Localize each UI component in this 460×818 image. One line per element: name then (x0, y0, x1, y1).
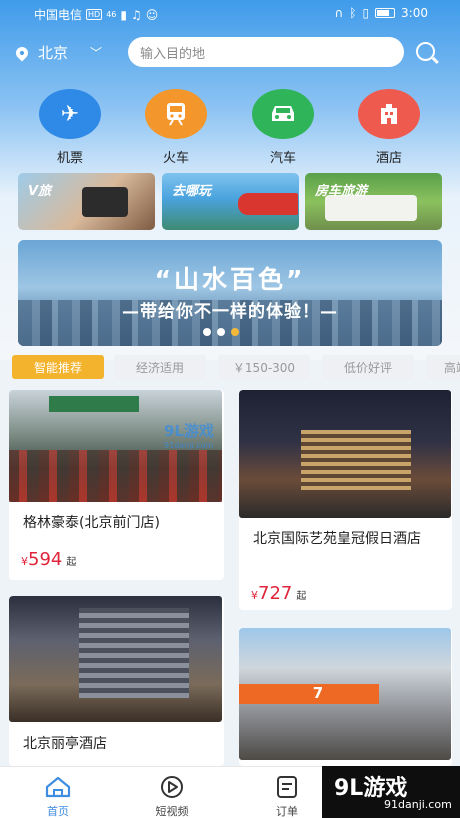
hotel-price: ¥727 起 (251, 583, 307, 604)
category-hotel[interactable]: 酒店 (358, 89, 420, 166)
search-button[interactable] (414, 40, 440, 66)
search-input[interactable]: 输入目的地 (128, 37, 404, 67)
hotel-name: 北京国际艺苑皇冠假日酒店 (253, 531, 421, 547)
hotel-price: ¥594 起 (21, 549, 77, 570)
filter-tab-smart[interactable]: 智能推荐 (12, 355, 104, 379)
chevron-down-icon: ﹀ (90, 46, 103, 60)
filter-tab-low-price[interactable]: 低价好评 (322, 355, 414, 379)
location-pin-icon (13, 44, 31, 61)
bluetooth-icon: ᛒ (349, 6, 357, 20)
nav-label: 首页 (47, 805, 69, 818)
battery-icon (375, 8, 396, 18)
hotel-name: 北京丽亭酒店 (23, 736, 107, 752)
nav-home[interactable]: 首页 (23, 775, 93, 818)
banner-title: “山水百色” (154, 265, 306, 294)
category-label: 火车 (162, 151, 189, 166)
hotel-photo (9, 596, 222, 722)
hd-badge: HD (86, 9, 103, 20)
train-image (238, 193, 298, 215)
car-icon (252, 89, 314, 139)
hotel-card[interactable]: 北京丽亭酒店 (9, 596, 224, 766)
hotel-card[interactable]: 北京国际艺苑皇冠假日酒店 ¥727 起 (239, 390, 452, 610)
signal-icon: ▮ (120, 7, 127, 22)
watermark-badge: 9L游戏 91danji.com (322, 766, 460, 818)
nav-label: 订单 (276, 805, 298, 818)
filter-tab-high-end[interactable]: 高端 (426, 355, 460, 379)
city-label: 北京 (38, 44, 69, 62)
category-train[interactable]: 火车 (145, 89, 207, 166)
order-icon (252, 775, 322, 799)
pagination-dot-active[interactable] (231, 328, 239, 336)
train-icon (145, 89, 207, 139)
play-icon (137, 775, 207, 799)
carrier-label: 中国电信 (34, 8, 83, 22)
plane-icon: ✈ (39, 89, 101, 139)
notification-icon: ☺ (145, 7, 159, 22)
pagination-dot[interactable] (217, 328, 225, 336)
hotel-name: 格林豪泰(北京前门店) (23, 515, 160, 531)
pagination-dot[interactable] (203, 328, 211, 336)
headset-icon: ∩ (334, 6, 344, 20)
nav-orders[interactable]: 订单 (252, 775, 322, 818)
home-icon (23, 775, 93, 799)
status-bar: 中国电信 HD 46 ▮ ♫ ☺ ∩ ᛒ ▯ 3:00 (0, 0, 460, 26)
promo-where-to-go[interactable]: 去哪玩 (162, 173, 299, 230)
promo-vtravel[interactable]: V旅 (18, 173, 155, 230)
category-label: 汽车 (269, 151, 296, 166)
banner-subtitle: —带给你不一样的体验！— (122, 302, 338, 322)
clock-time: 3:00 (401, 6, 428, 20)
nav-short-video[interactable]: 短视频 (137, 775, 207, 818)
nav-label: 短视频 (155, 805, 189, 818)
hotel-photo (239, 390, 451, 518)
category-flight[interactable]: ✈ 机票 (39, 89, 101, 166)
watermark-logo: 9L游戏 91danji.com (164, 422, 214, 450)
category-bus[interactable]: 汽车 (252, 89, 314, 166)
category-label: 酒店 (375, 151, 402, 166)
promo-label: 房车旅游 (315, 184, 368, 199)
promo-rv-travel[interactable]: 房车旅游 (305, 173, 442, 230)
signal-label: 46 (106, 10, 117, 19)
music-icon: ♫ (131, 7, 142, 22)
banner-pagination (203, 328, 239, 336)
city-selector[interactable]: 北京 ﹀ (13, 42, 103, 63)
watermark-url: 91danji.com (384, 798, 452, 811)
promo-label: 去哪玩 (172, 184, 212, 199)
filter-tab-economy[interactable]: 经济适用 (114, 355, 206, 379)
category-label: 机票 (56, 151, 83, 166)
promo-label: V旅 (28, 184, 52, 199)
hotel-card[interactable]: 格林豪泰(北京前门店) ¥594 起 (9, 390, 224, 580)
hotel-icon (358, 89, 420, 139)
camera-image (82, 187, 128, 217)
filter-tab-price-range[interactable]: ￥150-300 (218, 355, 310, 379)
hotel-card[interactable]: 7 (239, 628, 452, 766)
vibrate-icon: ▯ (362, 6, 370, 20)
hotel-photo: 7 (239, 628, 451, 760)
